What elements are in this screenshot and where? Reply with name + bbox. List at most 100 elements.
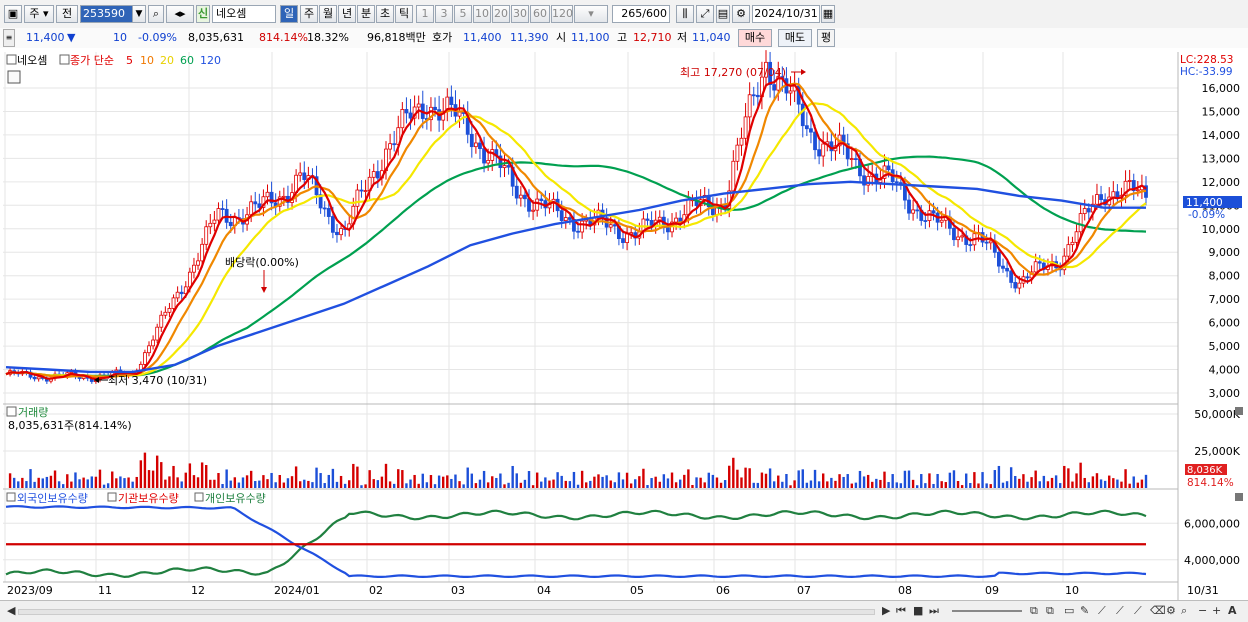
- holdings-checkbox-icon[interactable]: [6, 492, 16, 502]
- zoom-in-icon[interactable]: +: [1212, 604, 1221, 617]
- scroll-right-icon[interactable]: ▶: [882, 604, 890, 617]
- volume-bar: [417, 483, 420, 488]
- code-dropdown-icon[interactable]: ▼: [132, 5, 146, 23]
- legend-ma20: 20: [160, 54, 174, 67]
- holdings-indiv-checkbox-icon[interactable]: [194, 492, 204, 502]
- volume-bar: [609, 480, 612, 488]
- zoom-out-icon[interactable]: −: [1198, 604, 1207, 617]
- minute-60-button[interactable]: 60: [530, 5, 550, 23]
- fibonacci-icon[interactable]: ⟋: [1116, 604, 1124, 618]
- period-minute-tab[interactable]: 분: [357, 5, 375, 23]
- sell-button[interactable]: 매도: [778, 29, 812, 47]
- candle-body: [1033, 261, 1038, 273]
- candle-body: [163, 311, 168, 316]
- candle-body: [539, 198, 544, 201]
- stock-name-field[interactable]: 네오셈: [212, 5, 276, 23]
- candle-body: [339, 228, 343, 236]
- minute-10-button[interactable]: 10: [473, 5, 491, 23]
- eraser-icon[interactable]: ⌫: [1150, 604, 1166, 617]
- custom-period-select[interactable]: ▾: [574, 5, 608, 23]
- legend-ma-checkbox-icon[interactable]: [59, 54, 70, 65]
- draw-icon[interactable]: ⟋: [1134, 604, 1142, 618]
- candle-body: [788, 90, 793, 94]
- volume-bar: [756, 482, 760, 488]
- trendline-icon[interactable]: ⟋: [1098, 604, 1106, 618]
- candle-type-icon[interactable]: ⫼: [676, 5, 694, 23]
- volume-bar: [911, 479, 915, 488]
- volume-bar: [446, 475, 449, 488]
- candle-body: [821, 143, 826, 157]
- period-year-tab[interactable]: 년: [338, 5, 356, 23]
- eval-button[interactable]: 평: [817, 29, 835, 47]
- period-tick-tab[interactable]: 틱: [395, 5, 413, 23]
- holdings-panel-close-icon[interactable]: [1235, 493, 1243, 501]
- market-select[interactable]: 전: [56, 5, 78, 23]
- window-icon[interactable]: ▣: [4, 5, 22, 23]
- quote-toggle-icon[interactable]: ≡: [3, 29, 15, 47]
- search-icon[interactable]: ⌕: [148, 5, 164, 23]
- gear-icon[interactable]: ⚙: [732, 5, 750, 23]
- volume-checkbox-icon[interactable]: [6, 406, 17, 417]
- scroll-left-icon[interactable]: ◀: [7, 604, 15, 617]
- stock-type-select[interactable]: 주 ▾: [24, 5, 54, 23]
- minute-5-button[interactable]: 5: [454, 5, 472, 23]
- volume-bar: [613, 482, 617, 488]
- volume-bar: [589, 480, 592, 488]
- first-icon[interactable]: ⏮: [896, 604, 906, 618]
- sound-icon[interactable]: ◂▸: [166, 5, 194, 23]
- code-input[interactable]: 253590: [80, 5, 138, 23]
- volume-bar: [920, 474, 923, 488]
- period-month-tab[interactable]: 월: [319, 5, 337, 23]
- x-tick-label: 10: [1065, 584, 1079, 597]
- copy-icon[interactable]: ⧉: [1030, 604, 1038, 618]
- buy-button[interactable]: 매수: [738, 29, 772, 47]
- data-count-field[interactable]: 265/600: [612, 5, 670, 23]
- volume-bar: [307, 480, 310, 488]
- volume-bar: [1058, 483, 1062, 488]
- volume-bar: [262, 475, 265, 488]
- volume-bar: [907, 470, 911, 488]
- period-week-tab[interactable]: 주: [300, 5, 318, 23]
- zoom-icon[interactable]: ⌕: [1181, 604, 1187, 618]
- period-day-tab[interactable]: 일: [280, 5, 298, 23]
- volume-panel-close-icon[interactable]: [1235, 407, 1243, 415]
- properties-icon[interactable]: ⚙: [1166, 604, 1176, 617]
- volume-bar: [634, 479, 637, 488]
- duplicate-icon[interactable]: ⧉: [1046, 604, 1054, 618]
- last-icon[interactable]: ⏭: [929, 604, 939, 618]
- volume-bar: [388, 481, 392, 488]
- volume-bar: [695, 477, 698, 488]
- stop-icon[interactable]: ■: [913, 604, 923, 617]
- volume-bar: [936, 473, 939, 488]
- minute-1-button[interactable]: 1: [416, 5, 434, 23]
- calendar-icon[interactable]: ▦: [821, 5, 835, 23]
- zoom-slider[interactable]: [952, 610, 1022, 612]
- candle-body: [800, 103, 805, 127]
- auto-scale-icon[interactable]: A: [1228, 604, 1237, 617]
- candle-body: [1086, 208, 1091, 213]
- minute-120-button[interactable]: 120: [551, 5, 573, 23]
- volume-bar: [703, 482, 706, 488]
- date-field[interactable]: 2024/10/31: [752, 5, 820, 23]
- scrollbar-track[interactable]: [18, 609, 875, 615]
- volume-bar: [740, 477, 743, 488]
- holdings-inst-checkbox-icon[interactable]: [107, 492, 117, 502]
- save-icon[interactable]: ▤: [716, 5, 730, 23]
- volume-bar: [531, 485, 535, 488]
- pen-icon[interactable]: ✎: [1080, 604, 1089, 617]
- volume-bar: [809, 480, 813, 488]
- candle-body: [1037, 261, 1042, 264]
- minute-3-button[interactable]: 3: [435, 5, 453, 23]
- volume-bar: [969, 483, 972, 488]
- volume-bar: [311, 482, 314, 488]
- legend-checkbox-icon[interactable]: [6, 54, 17, 65]
- minute-20-button[interactable]: 20: [492, 5, 510, 23]
- layout-icon[interactable]: ▭: [1064, 604, 1074, 617]
- volume-bar: [744, 467, 747, 488]
- volume-bar: [25, 481, 28, 488]
- period-second-tab[interactable]: 초: [376, 5, 394, 23]
- minute-30-button[interactable]: 30: [511, 5, 529, 23]
- volume-bar: [1128, 483, 1131, 488]
- chart-toggle-icon[interactable]: ⤢: [696, 5, 714, 23]
- table-view-icon[interactable]: [7, 70, 21, 84]
